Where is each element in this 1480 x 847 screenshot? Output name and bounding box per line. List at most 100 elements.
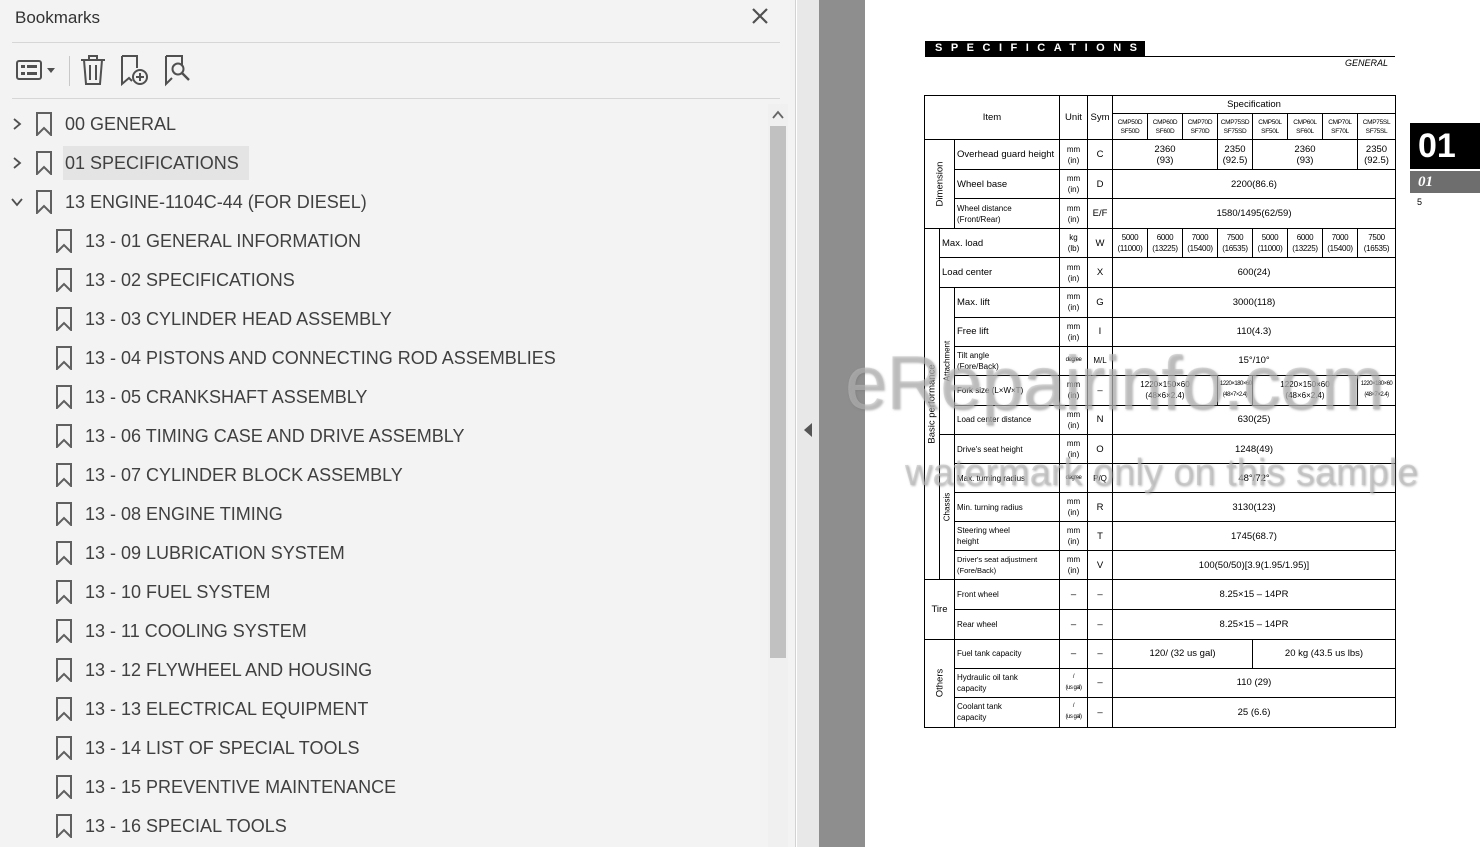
toolbar-divider: [12, 98, 780, 99]
value-line: (16535): [1222, 244, 1248, 254]
model-name: SF50D: [1120, 127, 1140, 135]
unit-line: mm: [1066, 174, 1081, 184]
delete-bookmark-button[interactable]: [78, 53, 108, 87]
bookmark-label: 13 - 04 PISTONS AND CONNECTING ROD ASSEM…: [85, 348, 556, 368]
row-value: 5000 (11000): [1252, 228, 1288, 259]
scroll-up-button[interactable]: [770, 108, 786, 122]
row-value: 3000(118): [1112, 286, 1396, 318]
close-panel-button[interactable]: [748, 4, 772, 28]
bookmark-item[interactable]: 13 - 16 SPECIAL TOOLS: [0, 806, 768, 845]
bookmark-icon: [56, 814, 72, 838]
row-value: 120/ (32 us gal): [1112, 638, 1253, 669]
model-header: CMP60L SF60L: [1287, 113, 1323, 141]
header-rule: [925, 56, 1395, 57]
row-item: Steering wheel height: [954, 521, 1060, 552]
bookmark-label: 13 - 10 FUEL SYSTEM: [85, 582, 271, 602]
value-line: (92.5): [1364, 154, 1389, 166]
value-line: (93): [1156, 154, 1174, 166]
bookmark-item[interactable]: 01 SPECIFICATIONS: [0, 143, 768, 182]
bookmark-label: 01 SPECIFICATIONS: [63, 146, 249, 180]
item-line: (Front/Rear): [957, 214, 1001, 224]
bookmark-label: 13 - 02 SPECIFICATIONS: [85, 270, 295, 290]
row-item: Max. load: [939, 228, 1060, 259]
row-value: 3130(123): [1112, 492, 1396, 523]
options-menu-button[interactable]: [14, 53, 58, 87]
bookmark-icon: [56, 307, 72, 331]
row-value: 2360 (93): [1252, 139, 1358, 171]
bookmark-item[interactable]: 13 ENGINE-1104C-44 (FOR DIESEL): [0, 182, 768, 221]
bookmark-item[interactable]: 13 - 07 CYLINDER BLOCK ASSEMBLY: [0, 455, 768, 494]
row-unit: mm (in): [1059, 492, 1088, 523]
table-row: Others Fuel tank capacity – – 120/ (32 u…: [924, 638, 1396, 729]
group-label: Chassis: [942, 492, 952, 522]
panel-splitter[interactable]: [797, 0, 819, 847]
header-unit: Unit: [1059, 94, 1088, 141]
unit-line: (lb): [1067, 244, 1080, 254]
bookmark-item[interactable]: 13 - 03 CYLINDER HEAD ASSEMBLY: [0, 299, 768, 338]
bookmark-item[interactable]: 13 - 15 PREVENTIVE MAINTENANCE: [0, 767, 768, 806]
bookmark-label: 13 - 07 CYLINDER BLOCK ASSEMBLY: [85, 465, 403, 485]
watermark-sub: watermark only on this sample: [905, 452, 1419, 494]
bookmark-item[interactable]: 13 - 02 SPECIFICATIONS: [0, 260, 768, 299]
bookmark-icon: [56, 385, 72, 409]
add-bookmark-icon: [121, 55, 148, 87]
bookmark-item[interactable]: 00 GENERAL: [0, 104, 768, 143]
bookmark-item[interactable]: 13 - 09 LUBRICATION SYSTEM: [0, 533, 768, 572]
row-sym: –: [1087, 667, 1113, 698]
row-item: Front wheel: [954, 579, 1060, 611]
table-row: Wheel base mm (in) D 2200(86.6): [925, 169, 1396, 200]
chevron-right-icon[interactable]: [10, 156, 24, 170]
unit-line: (us gal): [1065, 684, 1082, 691]
list-options-icon: [16, 60, 55, 80]
bookmark-item[interactable]: 13 - 11 COOLING SYSTEM: [0, 611, 768, 650]
row-sym: W: [1087, 228, 1113, 259]
row-sym: C: [1087, 139, 1113, 171]
bookmark-item[interactable]: 13 - 13 ELECTRICAL EQUIPMENT: [0, 689, 768, 728]
chapter-tab: 01: [1410, 123, 1480, 169]
row-value: 7500 (16535): [1217, 228, 1253, 259]
bookmark-item[interactable]: 13 - 10 FUEL SYSTEM: [0, 572, 768, 611]
bookmark-icon: [56, 424, 72, 448]
row-sym: T: [1087, 521, 1113, 552]
page-number: 5: [1417, 197, 1423, 207]
row-value: 1745(68.7): [1112, 521, 1396, 552]
chevron-right-icon[interactable]: [10, 117, 24, 131]
chevron-down-icon[interactable]: [10, 195, 24, 209]
row-unit: mm (in): [1059, 521, 1088, 552]
model-header: CMP60D SF60D: [1147, 113, 1183, 141]
item-line: Steering wheel: [957, 526, 1010, 536]
row-item: Rear wheel: [954, 609, 1060, 640]
bookmark-item[interactable]: 13 - 14 LIST OF SPECIAL TOOLS: [0, 728, 768, 767]
unit-line: (in): [1067, 155, 1080, 165]
row-value: 7000 (15400): [1182, 228, 1218, 259]
row-unit: mm (in): [1059, 286, 1088, 318]
bookmark-item[interactable]: 13 - 08 ENGINE TIMING: [0, 494, 768, 533]
find-bookmark-button[interactable]: [162, 53, 194, 87]
collapse-panel-arrow-icon[interactable]: [804, 423, 812, 437]
bookmark-scrollbar[interactable]: [768, 104, 788, 847]
bookmark-icon: [56, 229, 72, 253]
bookmark-item[interactable]: 13 - 06 TIMING CASE AND DRIVE ASSEMBLY: [0, 416, 768, 455]
item-line: capacity: [957, 713, 987, 723]
unit-line: (in): [1067, 537, 1080, 547]
unit-line: /: [1072, 703, 1075, 710]
bookmark-item[interactable]: 13 - 05 CRANKSHAFT ASSEMBLY: [0, 377, 768, 416]
model-name: CMP50D: [1117, 118, 1143, 126]
row-sym: –: [1087, 579, 1113, 611]
row-sym: X: [1087, 257, 1113, 288]
model-header: CMP70D SF70D: [1182, 113, 1218, 141]
bookmark-icon: [56, 775, 72, 799]
value-line: 6000: [1296, 233, 1314, 243]
bookmark-item[interactable]: 13 - 12 FLYWHEEL AND HOUSING: [0, 650, 768, 689]
row-item: Load center: [939, 257, 1060, 288]
bookmark-item[interactable]: 13 - 01 GENERAL INFORMATION: [0, 221, 768, 260]
bookmark-item[interactable]: 13 - 04 PISTONS AND CONNECTING ROD ASSEM…: [0, 338, 768, 377]
new-bookmark-button[interactable]: [118, 53, 150, 87]
row-value: 2350 (92.5): [1217, 139, 1253, 171]
row-value: 6000 (13225): [1147, 228, 1183, 259]
row-value: 8.25×15 – 14PR: [1112, 579, 1396, 611]
model-name: CMP70D: [1187, 118, 1213, 126]
model-name: SF60D: [1155, 127, 1175, 135]
scrollbar-thumb[interactable]: [770, 126, 786, 658]
model-name: SF70L: [1331, 127, 1349, 135]
